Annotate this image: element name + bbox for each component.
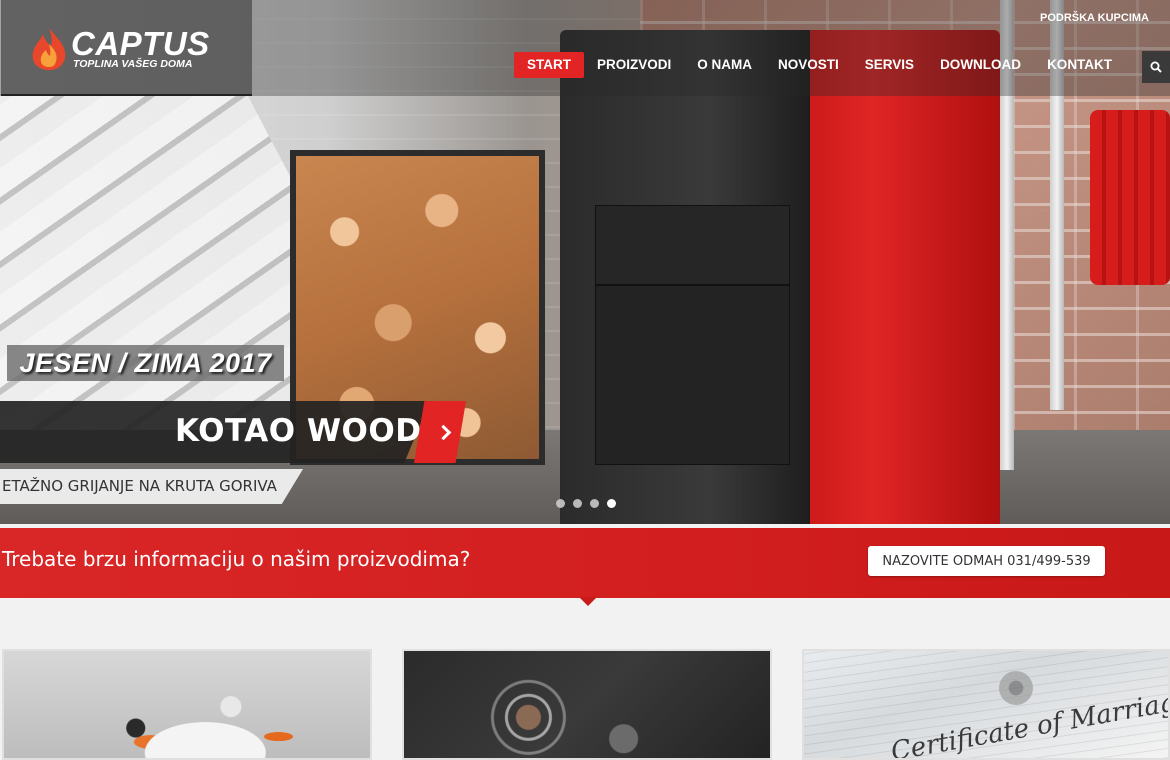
- radiator-image: [1090, 110, 1170, 285]
- info-question: Trebate brzu informaciju o našim proizvo…: [2, 547, 471, 571]
- season-label: JESEN / ZIMA 2017: [7, 345, 284, 381]
- main-nav: START PROIZVODI O NAMA NOVOSTI SERVIS DO…: [514, 52, 1125, 78]
- slider-dot-1[interactable]: [556, 499, 565, 508]
- boiler-door-upper: [595, 205, 790, 285]
- slider-dot-3[interactable]: [590, 499, 599, 508]
- call-now-button[interactable]: NAZOVITE ODMAH 031/499-539: [868, 546, 1105, 576]
- search-icon: [1150, 61, 1162, 73]
- nav-item-start[interactable]: START: [514, 52, 584, 78]
- slider-dot-2[interactable]: [573, 499, 582, 508]
- nav-item-novosti[interactable]: NOVOSTI: [765, 52, 852, 78]
- search-button[interactable]: [1142, 51, 1170, 83]
- product-tagline: ETAŽNO GRIJANJE NA KRUTA GORIVA: [2, 477, 277, 495]
- nav-item-download[interactable]: DOWNLOAD: [927, 52, 1034, 78]
- slider-dot-4[interactable]: [607, 499, 616, 508]
- nav-item-kontakt[interactable]: KONTAKT: [1034, 52, 1125, 78]
- nav-item-proizvodi[interactable]: PROIZVODI: [584, 52, 684, 78]
- season-text: JESEN / ZIMA 2017: [19, 348, 272, 378]
- feature-card-meeting[interactable]: [2, 649, 372, 760]
- support-link[interactable]: PODRŠKA KUPCIMA: [1040, 12, 1149, 24]
- product-title[interactable]: KOTAO WOOD: [175, 411, 422, 451]
- feature-card-certificate[interactable]: Certificate of Marriage: [802, 649, 1170, 760]
- nav-item-o-nama[interactable]: O NAMA: [684, 52, 765, 78]
- slider-dots: [556, 499, 616, 508]
- logo-text: CAPTUS: [71, 25, 210, 62]
- logo[interactable]: CAPTUS TOPLINA VAŠEG DOMA: [1, 0, 252, 96]
- feature-card-technology[interactable]: [402, 649, 772, 760]
- flame-icon: [32, 28, 66, 71]
- seal-emblem: [999, 671, 1033, 705]
- nav-item-servis[interactable]: SERVIS: [852, 52, 927, 78]
- logo-tagline: TOPLINA VAŠEG DOMA: [73, 58, 193, 70]
- info-banner-pointer: [579, 597, 597, 606]
- boiler-door-lower: [595, 285, 790, 465]
